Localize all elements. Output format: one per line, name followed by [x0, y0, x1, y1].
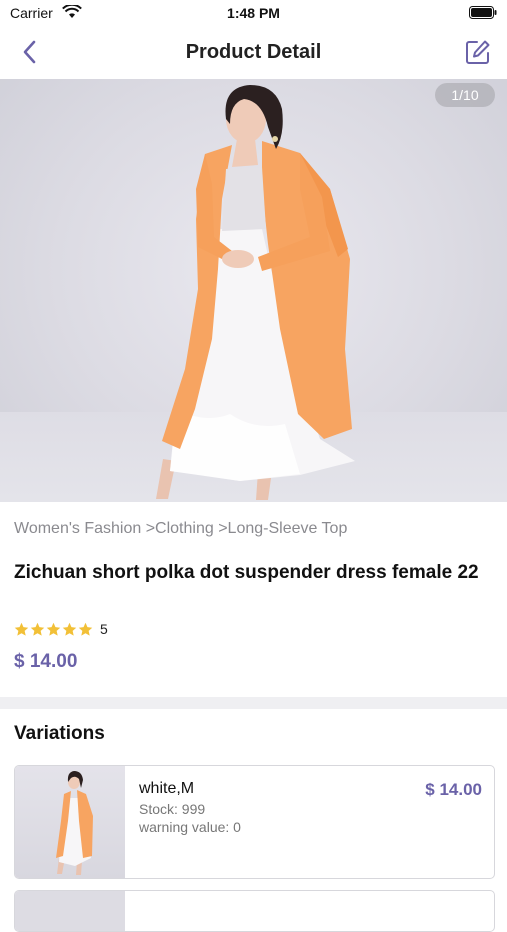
- battery-icon: [469, 6, 497, 19]
- variations-heading: Variations: [14, 723, 105, 744]
- variation-warning-value: warning value: 0: [139, 819, 241, 835]
- rating-value: 5: [100, 621, 108, 637]
- edit-icon[interactable]: [465, 39, 491, 65]
- variation-stock: Stock: 999: [139, 801, 206, 817]
- image-counter-badge: 1/10: [435, 83, 495, 107]
- category-breadcrumb[interactable]: Women's Fashion >Clothing >Long-Sleeve T…: [14, 520, 347, 538]
- star-icon: [62, 622, 77, 636]
- variation-card[interactable]: white,M Stock: 999 warning value: 0 $ 14…: [14, 765, 495, 879]
- variation-price: $ 14.00: [425, 780, 482, 799]
- status-bar: Carrier 1:48 PM: [0, 0, 507, 28]
- product-image-gallery[interactable]: 1/10: [0, 79, 507, 502]
- variation-card-partial[interactable]: [14, 890, 495, 932]
- product-photo: [156, 85, 355, 500]
- product-title: Zichuan short polka dot suspender dress …: [14, 562, 479, 583]
- star-icon: [30, 622, 45, 636]
- variation-thumbnail: [15, 766, 125, 878]
- rating-stars: 5: [14, 620, 108, 638]
- section-divider: [0, 697, 507, 709]
- star-icon: [46, 622, 61, 636]
- star-icon: [14, 622, 29, 636]
- star-icon: [78, 622, 93, 636]
- variation-thumbnail: [15, 891, 125, 931]
- clock: 1:48 PM: [227, 5, 280, 21]
- product-price: $ 14.00: [14, 651, 78, 672]
- navigation-bar: Product Detail: [0, 28, 507, 78]
- page-title: Product Detail: [185, 41, 322, 63]
- variation-name: white,M: [139, 780, 195, 797]
